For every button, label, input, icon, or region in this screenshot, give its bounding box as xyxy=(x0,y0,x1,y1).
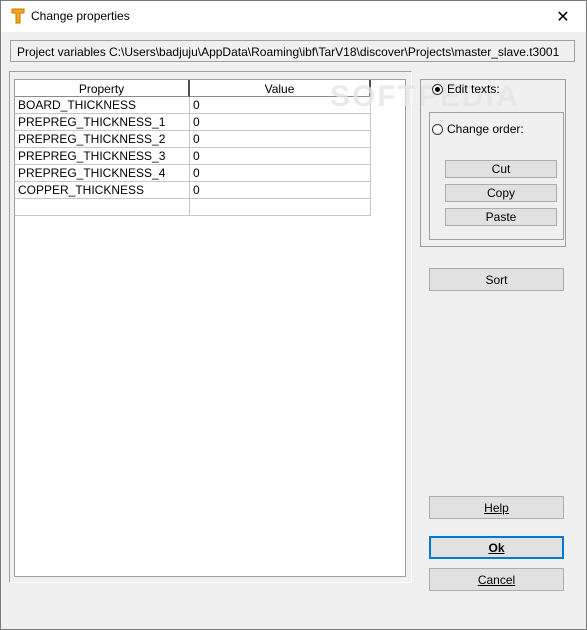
edit-texts-label: Edit texts: xyxy=(447,82,500,96)
change-order-option[interactable]: Change order: xyxy=(432,122,524,136)
property-cell[interactable]: PREPREG_THICKNESS_1 xyxy=(15,114,190,131)
ok-label: Ok xyxy=(488,540,505,555)
window-title: Change properties xyxy=(31,9,130,23)
table-row[interactable]: PREPREG_THICKNESS_2 0 xyxy=(15,131,371,148)
property-cell[interactable]: COPPER_THICKNESS xyxy=(15,182,190,199)
edit-texts-radio[interactable] xyxy=(432,83,443,95)
value-cell[interactable]: 0 xyxy=(190,165,371,182)
table-row[interactable]: PREPREG_THICKNESS_1 0 xyxy=(15,114,371,131)
column-header-value[interactable]: Value xyxy=(190,80,371,97)
property-cell[interactable]: BOARD_THICKNESS xyxy=(15,97,190,114)
value-cell[interactable]: 0 xyxy=(190,114,371,131)
table-row[interactable]: COPPER_THICKNESS 0 xyxy=(15,182,371,199)
paste-button[interactable]: Paste xyxy=(445,208,557,226)
title-bar[interactable]: Change properties ✕ xyxy=(1,1,586,32)
value-cell[interactable]: 0 xyxy=(190,131,371,148)
project-path-bar: Project variables C:\Users\badjuju\AppDa… xyxy=(10,40,575,62)
edit-texts-option[interactable]: Edit texts: xyxy=(432,82,500,96)
app-icon xyxy=(11,8,25,24)
grid-header: Property Value xyxy=(15,80,371,98)
property-grid[interactable]: Property Value BOARD_THICKNESS 0 PREPREG… xyxy=(14,79,406,577)
property-cell[interactable]: PREPREG_THICKNESS_2 xyxy=(15,131,190,148)
table-row[interactable]: PREPREG_THICKNESS_3 0 xyxy=(15,148,371,165)
value-cell[interactable] xyxy=(190,199,371,216)
value-cell[interactable]: 0 xyxy=(190,97,371,114)
cancel-button[interactable]: Cancel xyxy=(429,568,564,591)
property-cell[interactable] xyxy=(15,199,190,216)
property-cell[interactable]: PREPREG_THICKNESS_4 xyxy=(15,165,190,182)
ok-button[interactable]: Ok xyxy=(429,536,564,559)
table-row[interactable]: PREPREG_THICKNESS_4 0 xyxy=(15,165,371,182)
help-button[interactable]: Help xyxy=(429,496,564,519)
change-order-radio[interactable] xyxy=(432,123,443,135)
change-order-label: Change order: xyxy=(447,122,524,136)
cut-button[interactable]: Cut xyxy=(445,160,557,178)
sort-button[interactable]: Sort xyxy=(429,268,564,291)
help-label: Help xyxy=(484,500,509,515)
column-header-property[interactable]: Property xyxy=(15,80,190,97)
table-row-empty[interactable] xyxy=(15,199,371,216)
copy-button[interactable]: Copy xyxy=(445,184,557,202)
close-icon[interactable]: ✕ xyxy=(540,1,586,32)
value-cell[interactable]: 0 xyxy=(190,148,371,165)
table-row[interactable]: BOARD_THICKNESS 0 xyxy=(15,97,371,114)
value-cell[interactable]: 0 xyxy=(190,182,371,199)
property-cell[interactable]: PREPREG_THICKNESS_3 xyxy=(15,148,190,165)
cancel-label: Cancel xyxy=(477,572,516,587)
